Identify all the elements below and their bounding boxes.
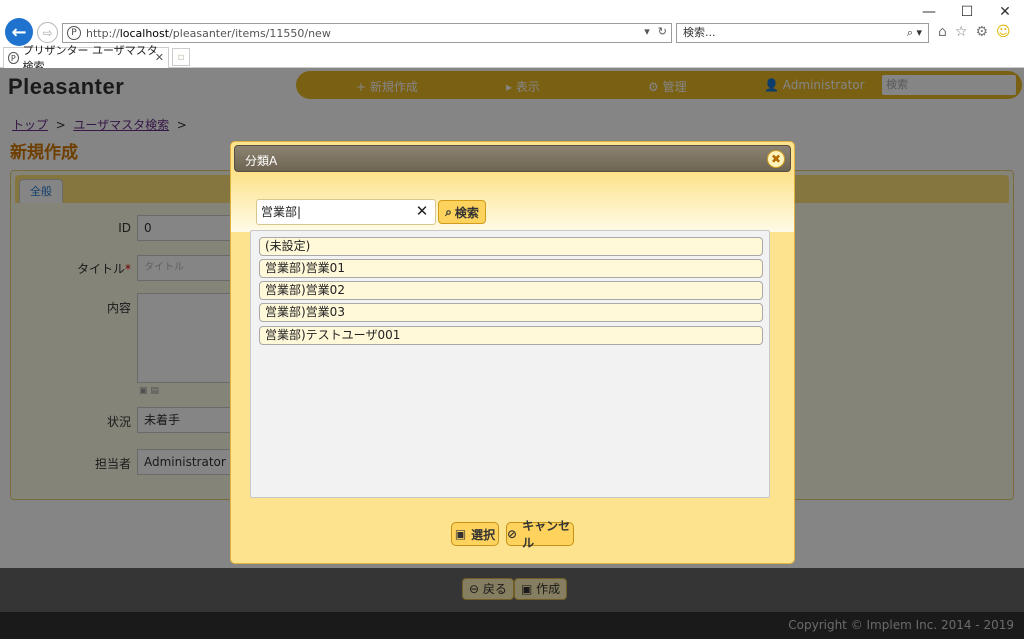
refresh-icon[interactable]: ↻: [658, 25, 667, 38]
url-text: http://localhost/pleasanter/items/11550/…: [86, 26, 331, 40]
dialog-titlebar[interactable]: 分類A ✖: [234, 145, 791, 172]
dialog-title: 分類A: [245, 154, 278, 168]
favorites-star-icon[interactable]: ☆: [955, 24, 968, 40]
home-icon[interactable]: ⌂: [938, 24, 947, 40]
list-item[interactable]: 営業部)テストユーザ001: [259, 326, 763, 345]
select-button[interactable]: ▣ 選択: [451, 522, 499, 546]
maximize-icon[interactable]: ☐: [948, 0, 986, 24]
new-tab-icon[interactable]: ▫: [172, 48, 190, 66]
site-favicon-icon: P: [67, 26, 81, 40]
dialog-search-input[interactable]: 営業部|: [256, 199, 436, 225]
cancel-icon: ⊘: [507, 527, 518, 541]
smiley-icon[interactable]: ☺: [996, 24, 1011, 40]
minimize-icon[interactable]: —: [910, 0, 948, 24]
cancel-button[interactable]: ⊘ キャンセル: [506, 519, 574, 550]
close-tab-icon[interactable]: ✕: [155, 51, 164, 64]
forward-arrow-icon[interactable]: ⇨: [37, 22, 58, 43]
tab-strip: P プリザンター ユーザマスタ検索 ... ✕ ▫: [0, 44, 1024, 73]
close-window-icon[interactable]: ✕: [986, 0, 1024, 24]
list-item[interactable]: 営業部)営業01: [259, 259, 763, 278]
browser-search-input[interactable]: 検索... ⌕ ▾: [676, 23, 929, 43]
address-bar[interactable]: P http://localhost/pleasanter/items/1155…: [62, 23, 672, 43]
list-item[interactable]: (未設定): [259, 237, 763, 256]
search-icon[interactable]: ⌕ ▾: [907, 24, 922, 42]
save-icon: ▣: [454, 527, 467, 541]
browser-tab[interactable]: P プリザンター ユーザマスタ検索 ... ✕: [3, 44, 169, 73]
option-list[interactable]: (未設定) 営業部)営業01 営業部)営業02 営業部)営業03 営業部)テスト…: [250, 230, 770, 498]
list-item[interactable]: 営業部)営業02: [259, 281, 763, 300]
close-icon[interactable]: ✖: [767, 150, 785, 168]
clear-icon[interactable]: ✕: [415, 201, 429, 221]
search-button[interactable]: ⌕ 検索: [438, 200, 486, 224]
tab-favicon-icon: P: [8, 52, 19, 64]
search-icon: ⌕: [445, 204, 452, 219]
list-item[interactable]: 営業部)営業03: [259, 303, 763, 322]
browser-chrome: — ☐ ✕ ← ⇨ P http://localhost/pleasanter/…: [0, 0, 1024, 46]
category-dialog: 分類A ✖ 営業部| ✕ ⌕ 検索 (未設定) 営業部)営業01 営業部)営業0…: [230, 141, 795, 564]
window-controls: — ☐ ✕: [910, 0, 1024, 24]
dropdown-arrow-icon[interactable]: ▾: [644, 25, 650, 38]
gear-icon[interactable]: ⚙: [975, 24, 988, 40]
